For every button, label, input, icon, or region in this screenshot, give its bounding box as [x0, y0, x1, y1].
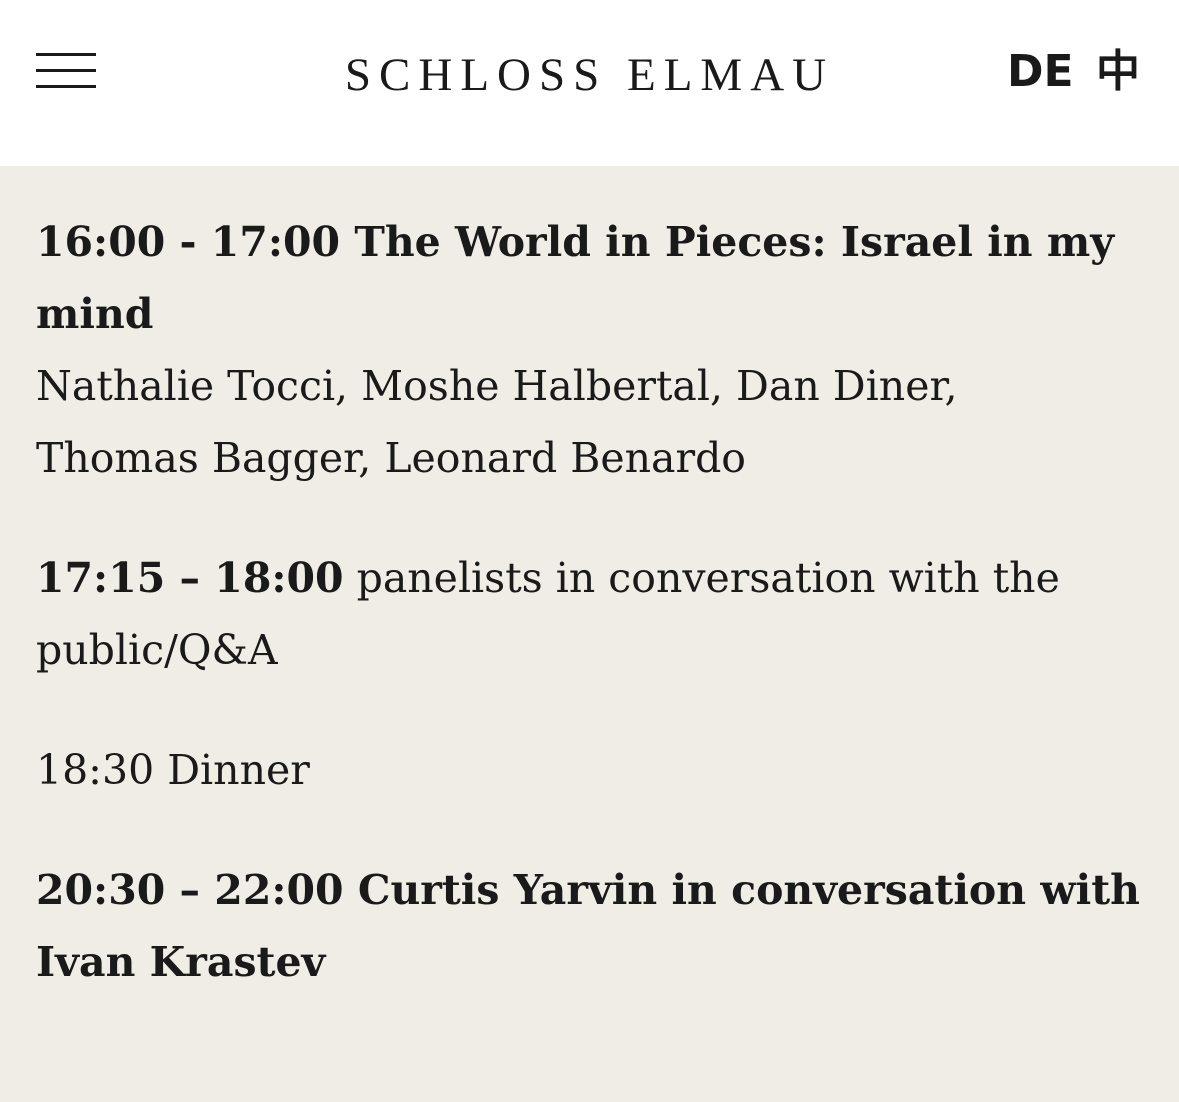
program-item-title: 16:00 - 17:00 The World in Pieces: Israe…: [36, 218, 1115, 338]
program-content: 16:00 - 17:00 The World in Pieces: Israe…: [0, 166, 1179, 998]
program-item: 16:00 - 17:00 The World in Pieces: Israe…: [36, 166, 1143, 494]
language-zh-link[interactable]: 中: [1096, 44, 1140, 100]
program-item-time: 17:15 – 18:00: [36, 554, 344, 602]
program-item: 20:30 – 22:00 Curtis Yarvin in conversat…: [36, 854, 1143, 998]
program-item-title: 20:30 – 22:00 Curtis Yarvin in conversat…: [36, 866, 1140, 986]
site-header: SCHLOSS ELMAU DE 中: [0, 0, 1179, 166]
program-item: 18:30 Dinner: [36, 734, 1143, 806]
program-item: 17:15 – 18:00 panelists in conversation …: [36, 542, 1143, 686]
program-item-speakers: Thomas Bagger, Leonard Benardo: [36, 434, 746, 482]
language-de-link[interactable]: DE: [1007, 44, 1074, 100]
program-item-text: 18:30 Dinner: [36, 746, 310, 794]
site-logo[interactable]: SCHLOSS ELMAU: [0, 47, 1179, 103]
program-item-speakers: Nathalie Tocci, Moshe Halbertal, Dan Din…: [36, 362, 958, 410]
